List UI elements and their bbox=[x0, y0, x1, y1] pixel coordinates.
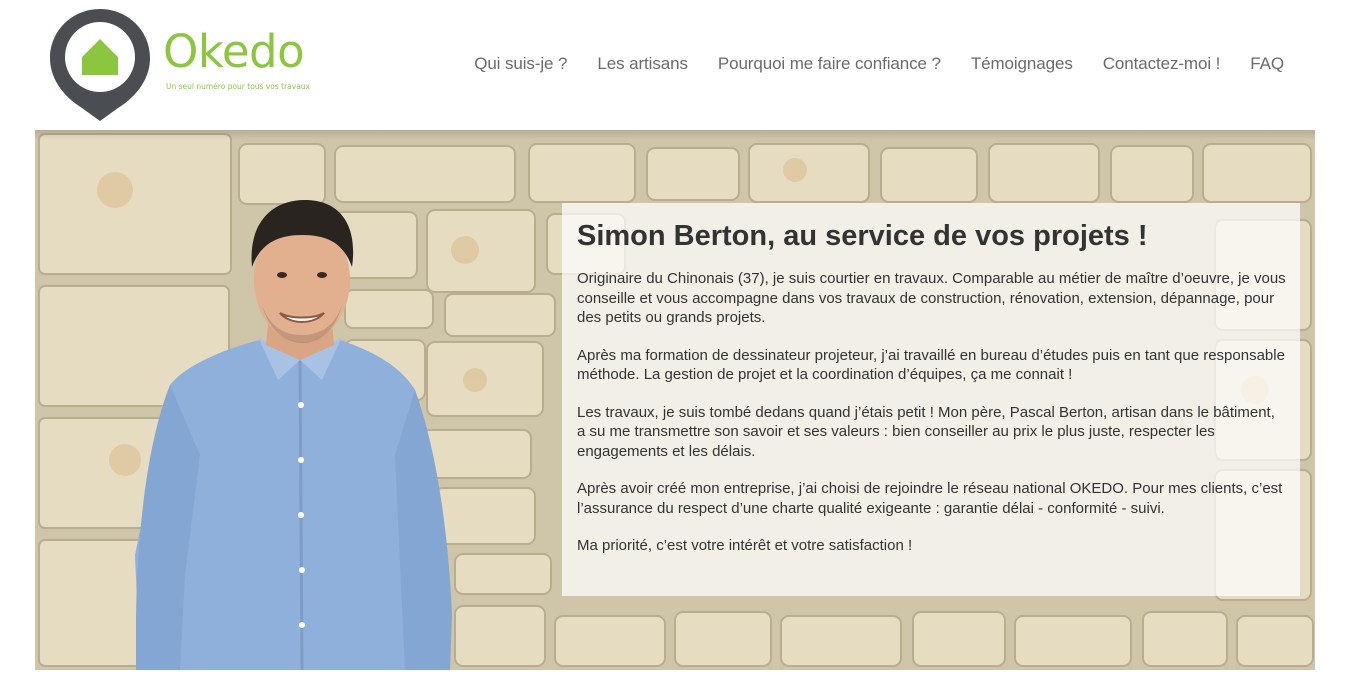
about-paragraph: Ma priorité, c’est votre intérêt et votr… bbox=[577, 537, 913, 555]
logo-name: Okedo bbox=[163, 25, 305, 78]
hero-title: Simon Berton, au service de vos projets … bbox=[577, 220, 1148, 252]
site-header: Okedo Un seul numéro pour tous vos trava… bbox=[0, 0, 1348, 130]
nav-pourquoi-confiance[interactable]: Pourquoi me faire confiance ? bbox=[718, 54, 941, 74]
main-nav: Qui suis-je ? Les artisans Pourquoi me f… bbox=[474, 54, 1284, 74]
nav-qui-suis-je[interactable]: Qui suis-je ? bbox=[474, 54, 567, 74]
hero-section: Simon Berton, au service de vos projets … bbox=[35, 130, 1315, 670]
about-paragraph: Après ma formation de dessinateur projet… bbox=[577, 346, 1285, 384]
portrait-photo bbox=[135, 200, 452, 670]
nav-temoignages[interactable]: Témoignages bbox=[971, 54, 1073, 74]
nav-les-artisans[interactable]: Les artisans bbox=[597, 54, 688, 74]
logo-tagline: Un seul numéro pour tous vos travaux bbox=[166, 82, 310, 91]
nav-contactez-moi[interactable]: Contactez-moi ! bbox=[1103, 54, 1221, 74]
logo-link[interactable]: Okedo Un seul numéro pour tous vos trava… bbox=[48, 7, 328, 125]
about-paragraph: Après avoir créé mon entreprise, j’ai ch… bbox=[577, 480, 1283, 517]
header-shadow bbox=[35, 130, 1315, 140]
about-paragraph: Originaire du Chinonais (37), je suis co… bbox=[577, 270, 1286, 327]
nav-faq[interactable]: FAQ bbox=[1250, 54, 1284, 74]
about-text-panel: Simon Berton, au service de vos projets … bbox=[562, 203, 1300, 596]
home-pin-icon bbox=[50, 9, 150, 121]
about-paragraph: Les travaux, je suis tombé dedans quand … bbox=[577, 403, 1275, 460]
